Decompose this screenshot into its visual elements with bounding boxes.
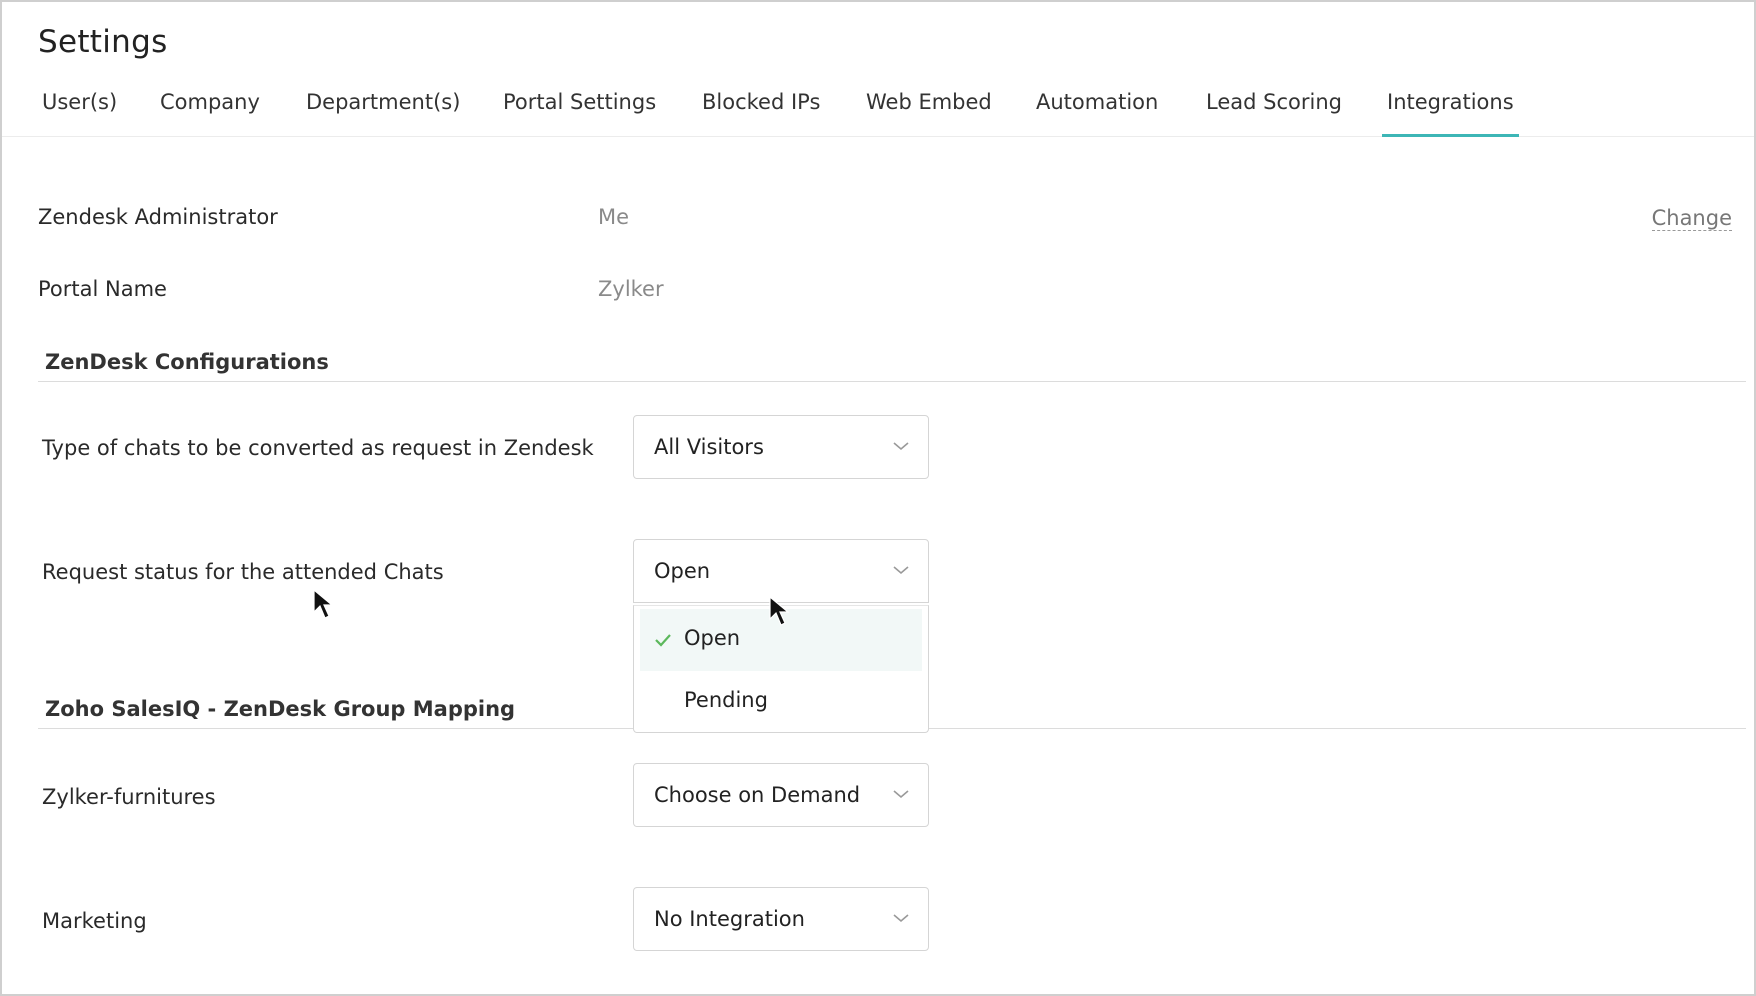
group-name-label: Marketing <box>42 909 147 933</box>
request-status-select[interactable]: Open <box>633 539 929 603</box>
chevron-down-icon <box>893 790 909 799</box>
admin-label: Zendesk Administrator <box>38 205 278 229</box>
chat-type-selected-value: All Visitors <box>654 435 764 459</box>
request-status-selected-value: Open <box>654 559 711 583</box>
tab-portal-settings[interactable]: Portal Settings <box>503 90 656 134</box>
portal-name-value: Zylker <box>598 277 664 301</box>
checkmark-icon <box>655 634 671 647</box>
settings-tabs: User(s) Company Department(s) Portal Set… <box>2 90 1754 137</box>
group-mapping-select[interactable]: Choose on Demand <box>633 763 929 827</box>
tab-automation[interactable]: Automation <box>1036 90 1158 134</box>
chat-type-select[interactable]: All Visitors <box>633 415 929 479</box>
chevron-down-icon <box>893 566 909 575</box>
group-mapping-selected-value: No Integration <box>654 907 805 931</box>
tab-web-embed[interactable]: Web Embed <box>866 90 992 134</box>
settings-window: Settings User(s) Company Department(s) P… <box>0 0 1756 996</box>
chevron-down-icon <box>893 442 909 451</box>
option-label: Open <box>684 626 741 650</box>
zendesk-config-heading: ZenDesk Configurations <box>45 350 329 374</box>
tab-company[interactable]: Company <box>160 90 260 134</box>
section-divider <box>38 381 1746 382</box>
option-label: Pending <box>684 688 768 712</box>
mouse-pointer-icon <box>769 595 790 626</box>
tab-integrations[interactable]: Integrations <box>1382 90 1519 137</box>
chat-type-label: Type of chats to be converted as request… <box>42 436 594 460</box>
tab-lead-scoring[interactable]: Lead Scoring <box>1206 90 1342 134</box>
page-title: Settings <box>38 24 168 60</box>
tab-departments[interactable]: Department(s) <box>306 90 460 134</box>
group-mapping-select[interactable]: No Integration <box>633 887 929 951</box>
group-name-label: Zylker-furnitures <box>42 785 216 809</box>
tab-users[interactable]: User(s) <box>42 90 117 134</box>
chevron-down-icon <box>893 914 909 923</box>
change-admin-link[interactable]: Change <box>1651 206 1732 231</box>
request-status-label: Request status for the attended Chats <box>42 560 444 584</box>
group-mapping-heading: Zoho SalesIQ - ZenDesk Group Mapping <box>45 697 516 721</box>
tab-blocked-ips[interactable]: Blocked IPs <box>702 90 820 134</box>
portal-name-label: Portal Name <box>38 277 167 301</box>
admin-value: Me <box>598 205 630 229</box>
group-mapping-selected-value: Choose on Demand <box>654 783 861 807</box>
mouse-pointer-icon <box>313 588 334 619</box>
status-option-pending[interactable]: Pending <box>640 671 922 733</box>
